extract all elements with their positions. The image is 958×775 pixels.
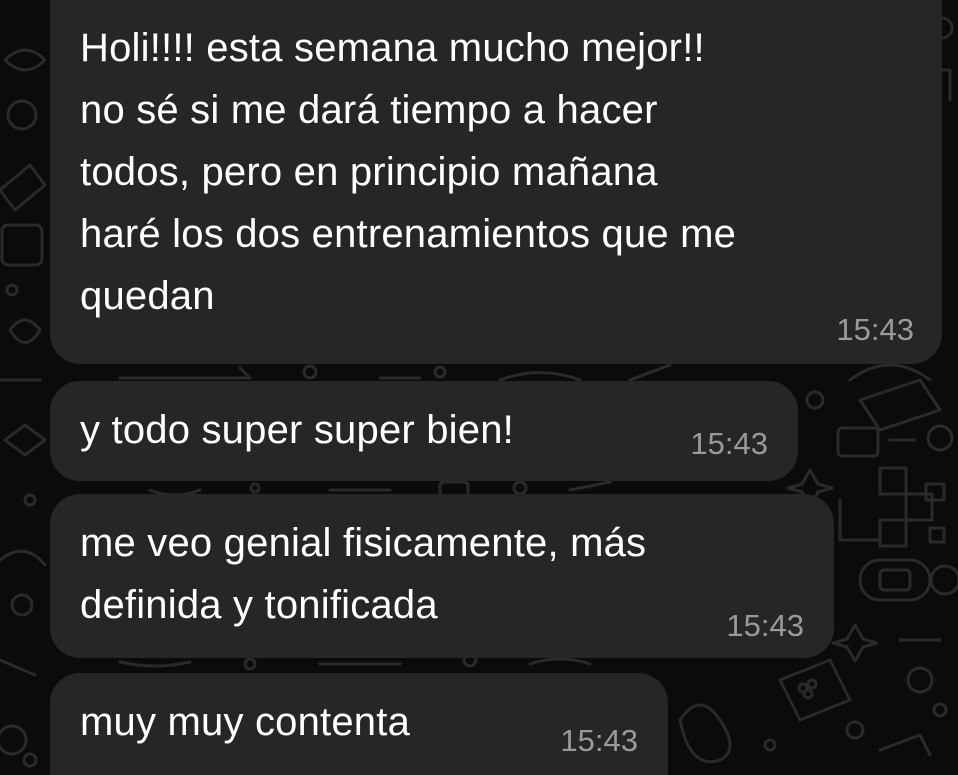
message-line: todos, pero en principio mañana [80, 150, 658, 194]
message-line: no sé si me dará tiempo a hacer [80, 88, 658, 132]
message-bubble-2[interactable]: y todo super super bien! 15:43 [50, 381, 798, 481]
message-text: muy muy contenta [80, 691, 410, 753]
message-line: haré los dos entrenamientos que me [80, 212, 737, 256]
message-line: y todo super super bien! [80, 408, 514, 452]
message-text: me veo genial fisicamente, más definida … [80, 512, 646, 636]
message-timestamp: 15:43 [726, 608, 804, 643]
message-bubble-1[interactable]: Holi!!!! esta semana mucho mejor!! no sé… [50, 0, 942, 364]
message-text: y todo super super bien! [80, 399, 514, 461]
message-line: Holi!!!! esta semana mucho mejor!! [80, 26, 705, 70]
message-line: definida y tonificada [80, 583, 438, 627]
message-bubble-3[interactable]: me veo genial fisicamente, más definida … [50, 494, 834, 658]
message-bubble-4[interactable]: muy muy contenta 15:43 [50, 673, 668, 775]
message-line: me veo genial fisicamente, más [80, 521, 647, 565]
message-timestamp: 15:43 [560, 723, 638, 758]
message-line: muy muy contenta [80, 700, 411, 744]
message-line: quedan [80, 274, 215, 318]
message-text: Holi!!!! esta semana mucho mejor!! no sé… [80, 17, 736, 327]
message-timestamp: 15:43 [836, 312, 914, 347]
message-timestamp: 15:43 [690, 426, 768, 461]
